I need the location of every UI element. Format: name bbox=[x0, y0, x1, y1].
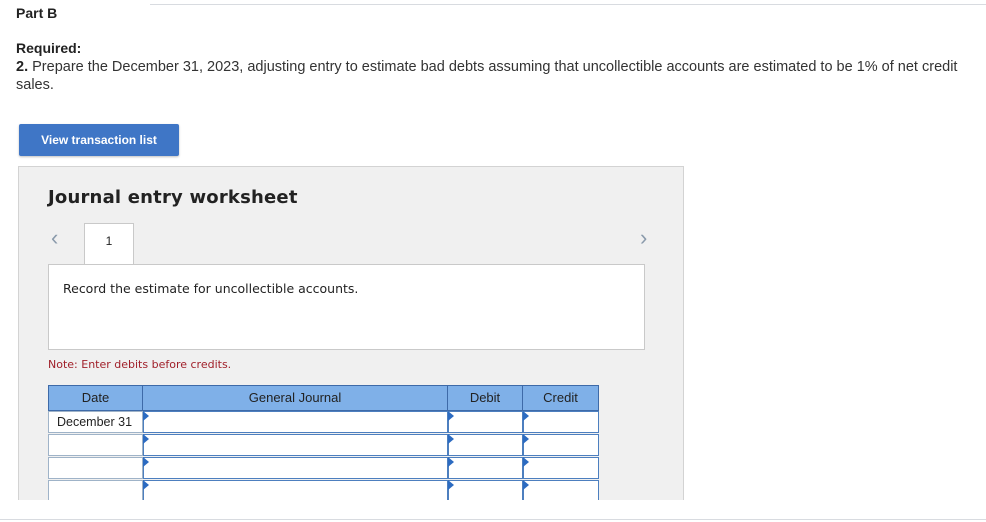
chevron-right-icon[interactable]: › bbox=[640, 227, 647, 249]
worksheet-title: Journal entry worksheet bbox=[48, 187, 298, 208]
requirement-text: 2. Prepare the December 31, 2023, adjust… bbox=[16, 58, 966, 94]
instruction-box: Record the estimate for uncollectible ac… bbox=[48, 264, 645, 350]
top-divider bbox=[150, 4, 986, 5]
dropdown-marker-icon bbox=[448, 434, 454, 444]
dropdown-marker-icon bbox=[448, 457, 454, 467]
date-cell[interactable] bbox=[48, 480, 143, 500]
account-select[interactable] bbox=[143, 411, 448, 433]
chevron-left-icon[interactable]: ‹ bbox=[51, 227, 58, 249]
dropdown-marker-icon bbox=[523, 457, 529, 467]
instruction-text: Record the estimate for uncollectible ac… bbox=[63, 281, 359, 296]
date-cell[interactable] bbox=[48, 457, 143, 479]
debit-input[interactable] bbox=[448, 434, 523, 456]
account-select[interactable] bbox=[143, 434, 448, 456]
column-header-general-journal: General Journal bbox=[142, 385, 448, 411]
debit-input[interactable] bbox=[448, 457, 523, 479]
debit-input[interactable] bbox=[448, 480, 523, 500]
debit-input[interactable] bbox=[448, 411, 523, 433]
note-text: Note: Enter debits before credits. bbox=[48, 358, 232, 371]
dropdown-marker-icon bbox=[143, 480, 149, 490]
tab-1[interactable]: 1 bbox=[84, 223, 134, 265]
requirement-number: 2. bbox=[16, 59, 29, 75]
dropdown-marker-icon bbox=[523, 480, 529, 490]
dropdown-marker-icon bbox=[448, 411, 454, 421]
dropdown-marker-icon bbox=[143, 434, 149, 444]
date-cell: December 31 bbox=[48, 411, 143, 433]
view-transaction-list-button[interactable]: View transaction list bbox=[19, 124, 179, 156]
column-header-credit: Credit bbox=[522, 385, 599, 411]
dropdown-marker-icon bbox=[143, 457, 149, 467]
column-header-debit: Debit bbox=[447, 385, 523, 411]
column-header-date: Date bbox=[48, 385, 143, 411]
account-select[interactable] bbox=[143, 457, 448, 479]
bottom-divider bbox=[0, 519, 986, 520]
dropdown-marker-icon bbox=[448, 480, 454, 490]
account-select[interactable] bbox=[143, 480, 448, 500]
date-cell[interactable] bbox=[48, 434, 143, 456]
required-heading: Required: bbox=[16, 40, 82, 56]
credit-input[interactable] bbox=[523, 480, 599, 500]
credit-input[interactable] bbox=[523, 434, 599, 456]
credit-input[interactable] bbox=[523, 457, 599, 479]
dropdown-marker-icon bbox=[523, 434, 529, 444]
requirement-body: Prepare the December 31, 2023, adjusting… bbox=[16, 59, 958, 93]
dropdown-marker-icon bbox=[143, 411, 149, 421]
part-label: Part B bbox=[16, 5, 58, 21]
journal-entry-worksheet: Journal entry worksheet ‹ 1 › Record the… bbox=[18, 166, 684, 500]
credit-input[interactable] bbox=[523, 411, 599, 433]
dropdown-marker-icon bbox=[523, 411, 529, 421]
